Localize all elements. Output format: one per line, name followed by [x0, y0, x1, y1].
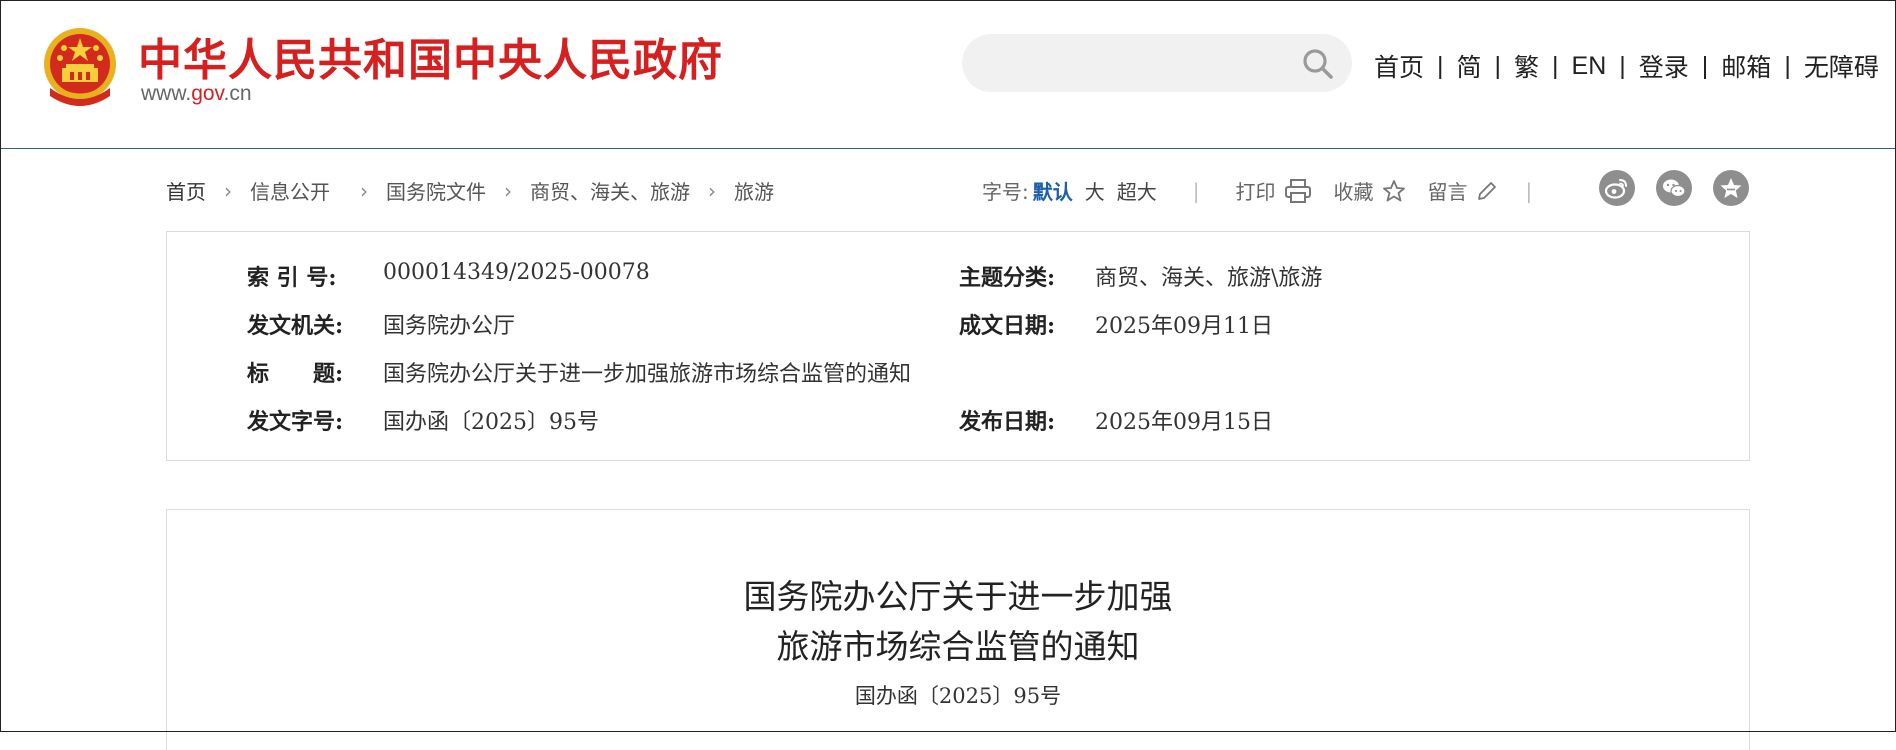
nav-separator: |: [1701, 51, 1709, 80]
written-date-value: 2025年09月11日: [1095, 314, 1273, 339]
site-title[interactable]: 中华人民共和国中央人民政府: [138, 24, 723, 88]
font-size-label: 字号:: [982, 180, 1029, 204]
article-document-number: 国办函〔2025〕95号: [854, 684, 1062, 708]
article-tools: 字号: 默认 大 超大 | 打印 收藏 留言 |: [982, 176, 1532, 205]
star-outline-icon: [1382, 179, 1405, 201]
site-header: 中华人民共和国中央人民政府 www.gov.cn 首页 | 简 | 繁 | EN…: [0, 0, 1896, 149]
favorite-button[interactable]: 收藏: [1334, 176, 1406, 205]
nav-login[interactable]: 登录: [1639, 48, 1689, 84]
top-nav: 首页 | 简 | 繁 | EN | 登录 | 邮箱 | 无障碍: [1374, 48, 1879, 84]
print-label: 打印: [1235, 180, 1276, 204]
title-value: 国务院办公厅关于进一步加强旅游市场综合监管的通知: [383, 362, 912, 387]
topic-label: 主题分类:: [959, 265, 1056, 291]
comment-button[interactable]: 留言: [1428, 176, 1498, 205]
nav-mailbox[interactable]: 邮箱: [1721, 48, 1771, 84]
domain-suffix: .cn: [223, 82, 252, 105]
breadcrumb: 首页 › 信息公开 › 国务院文件 › 商贸、海关、旅游 › 旅游: [166, 176, 774, 205]
index-number-label: 索 引 号:: [247, 265, 337, 291]
weibo-share-button[interactable]: [1599, 170, 1635, 206]
index-number-value: 000014349/2025-00078: [383, 260, 650, 285]
breadcrumb-info-disclosure[interactable]: 信息公开: [250, 176, 330, 205]
printer-icon: [1284, 178, 1311, 203]
chevron-right-icon: ›: [504, 178, 512, 203]
site-domain: www.gov.cn: [141, 82, 252, 106]
font-size-extra-large[interactable]: 超大: [1117, 176, 1157, 205]
pencil-icon: [1477, 181, 1496, 200]
publish-date-value: 2025年09月15日: [1095, 410, 1273, 435]
font-size-default[interactable]: 默认: [1033, 176, 1073, 205]
nav-separator: |: [1619, 51, 1626, 80]
chevron-right-icon: ›: [224, 178, 232, 203]
favorite-star-icon: [1720, 178, 1742, 198]
breadcrumb-trade-customs-tourism[interactable]: 商贸、海关、旅游: [530, 176, 690, 205]
written-date-label: 成文日期:: [959, 313, 1056, 339]
nav-accessibility[interactable]: 无障碍: [1804, 48, 1879, 84]
search-box: [962, 34, 1352, 92]
weibo-icon: [1604, 179, 1627, 199]
wechat-icon: [1663, 179, 1686, 198]
publish-date-label: 发布日期:: [959, 409, 1056, 435]
comment-label: 留言: [1427, 180, 1468, 204]
nav-traditional[interactable]: 繁: [1514, 48, 1539, 84]
search-icon[interactable]: [1302, 48, 1334, 80]
nav-separator: |: [1552, 51, 1559, 80]
breadcrumb-tourism[interactable]: 旅游: [734, 176, 774, 205]
national-emblem-logo[interactable]: [40, 26, 120, 110]
domain-prefix: www.: [141, 82, 192, 105]
favorite-share-button[interactable]: [1713, 170, 1749, 206]
document-number-label: 发文字号:: [247, 409, 344, 435]
nav-home[interactable]: 首页: [1374, 48, 1424, 84]
document-number-value: 国办函〔2025〕95号: [383, 410, 599, 435]
favorite-label: 收藏: [1333, 180, 1374, 204]
article-body: 国务院办公厅关于进一步加强 旅游市场综合监管的通知 国办函〔2025〕95号: [166, 509, 1750, 750]
tools-divider: |: [1192, 178, 1200, 203]
title-label: 标 题:: [247, 361, 344, 387]
font-size-large[interactable]: 大: [1085, 176, 1105, 205]
chevron-right-icon: ›: [708, 178, 716, 203]
topic-value: 商贸、海关、旅游\旅游: [1095, 266, 1323, 291]
search-input[interactable]: [982, 44, 1286, 84]
issuer-label: 发文机关:: [247, 313, 344, 339]
print-button[interactable]: 打印: [1236, 176, 1312, 205]
document-metadata: 索 引 号: 000014349/2025-00078 主题分类: 商贸、海关、…: [166, 231, 1750, 461]
domain-gov: gov: [191, 82, 224, 105]
breadcrumb-state-council-docs[interactable]: 国务院文件: [386, 176, 486, 205]
nav-separator: |: [1494, 51, 1502, 80]
chevron-right-icon: ›: [360, 178, 368, 203]
issuer-value: 国务院办公厅: [383, 314, 516, 339]
nav-simplified[interactable]: 简: [1457, 48, 1482, 84]
nav-separator: |: [1784, 51, 1791, 80]
nav-english[interactable]: EN: [1572, 52, 1607, 81]
nav-separator: |: [1437, 51, 1444, 80]
article-title-line-1: 国务院办公厅关于进一步加强: [743, 577, 1173, 616]
article-title-line-2: 旅游市场综合监管的通知: [776, 627, 1140, 666]
tools-divider: |: [1525, 178, 1533, 203]
wechat-share-button[interactable]: [1656, 170, 1692, 206]
breadcrumb-home[interactable]: 首页: [166, 176, 206, 205]
